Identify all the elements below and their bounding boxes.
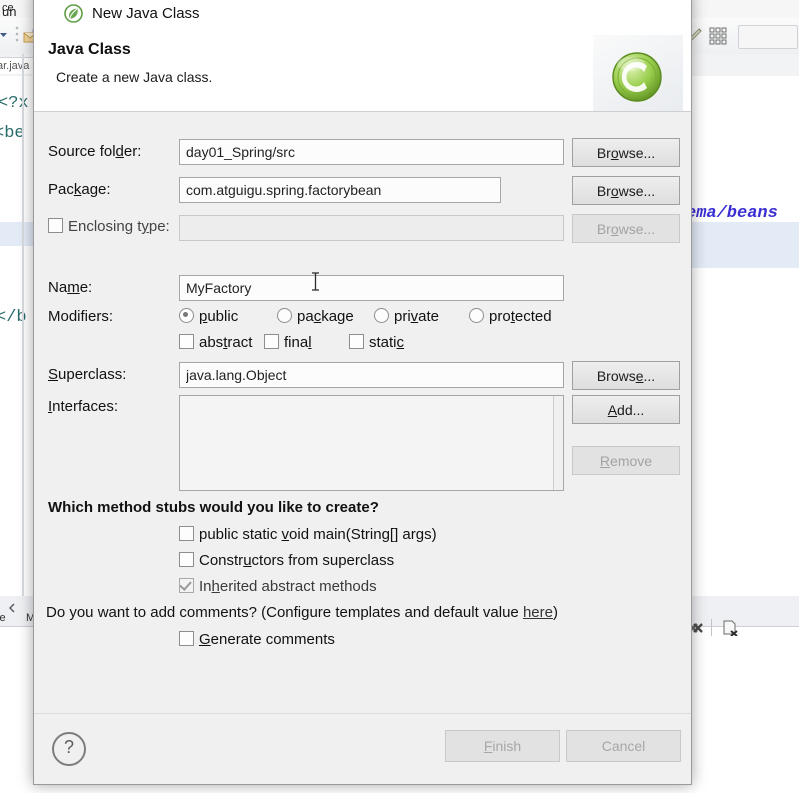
modifier-radio-package[interactable]: package [277,308,354,325]
banner-subtitle: Create a new Java class. [56,69,213,85]
code-line-0: <?x [0,94,29,113]
enclosing-type-checkbox-mark[interactable] [48,218,63,233]
configure-templates-link[interactable]: here [523,604,553,621]
superclass-input[interactable] [179,362,564,388]
editor-tab[interactable]: ar.java [0,57,37,74]
checkbox-mark-inherited-abstract [179,578,194,593]
interfaces-list[interactable] [179,395,564,491]
package-browse-button[interactable]: Browse... [572,176,680,205]
code-line-3: ema/beans [686,204,778,223]
quick-access-box[interactable] [738,25,798,49]
checkbox-mark-static[interactable] [349,334,364,349]
cancel-button[interactable]: Cancel [566,730,681,762]
clear-console-icon[interactable] [721,620,739,636]
new-java-class-dialog[interactable]: New Java Class Java Class Create a new J… [33,0,692,785]
checkbox-mark-constructors[interactable] [179,552,194,567]
source-folder-label: Source folder: [48,143,142,160]
dialog-footer: ? Finish Cancel [34,713,691,784]
generate-comments-checkbox[interactable]: Generate comments [179,631,335,648]
console-toolbar-separator [711,619,712,636]
comments-question: Do you want to add comments? (Configure … [46,604,558,621]
superclass-browse-button[interactable]: Browse... [572,361,680,390]
stub-check-inherited-abstract: Inherited abstract methods [179,578,377,595]
menu-item-1[interactable]: un [2,4,16,19]
java-class-banner-icon [612,52,662,102]
modifier-radio-public[interactable]: public [179,308,238,325]
radio-mark-public[interactable] [179,308,194,323]
interfaces-label: Interfaces: [48,398,119,415]
package-input[interactable] [179,177,501,203]
interfaces-list-scrollbar[interactable] [553,396,563,490]
method-stubs-question: Which method stubs would you like to cre… [48,499,379,516]
modifier-check-final[interactable]: final [264,334,312,351]
text-cursor-icon [312,272,319,291]
stub-check-constructors[interactable]: Constructors from superclass [179,552,394,569]
interfaces-remove-button: Remove [572,446,680,475]
source-folder-input[interactable] [179,139,564,165]
dialog-body: Source folder: Browse... Package: Browse… [34,112,691,713]
banner-heading: Java Class [48,41,131,58]
enclosing-type-browse-button: Browse... [572,214,680,243]
name-input[interactable] [179,275,564,301]
editor-sash-left[interactable] [22,54,24,596]
chevron-left-icon[interactable] [6,602,18,614]
checkbox-mark-abstract[interactable] [179,334,194,349]
bottom-tab-0[interactable]: ce [0,612,6,624]
modifier-radio-private[interactable]: private [374,308,439,325]
java-class-icon [64,4,83,23]
dialog-titlebar[interactable]: New Java Class [34,0,691,35]
dialog-banner: Java Class Create a new Java class. [34,35,691,112]
enclosing-type-input [179,215,564,241]
package-label: Package: [48,181,111,198]
editor-highlight-row-right [690,246,799,268]
radio-mark-protected[interactable] [469,308,484,323]
interfaces-add-button[interactable]: Add... [572,395,680,424]
dialog-title: New Java Class [92,5,200,22]
enclosing-type-checkbox[interactable]: Enclosing type: [48,218,170,235]
toolbar-separator-dots-icon [15,26,19,42]
radio-mark-private[interactable] [374,308,389,323]
source-folder-browse-button[interactable]: Browse... [572,138,680,167]
checkbox-mark-generate-comments[interactable] [179,631,194,646]
checkbox-mark-final[interactable] [264,334,279,349]
dropdown-arrow-icon[interactable] [0,28,14,42]
radio-mark-package[interactable] [277,308,292,323]
code-line-1: <be [0,124,25,143]
checkbox-mark-main-method[interactable] [179,526,194,541]
modifier-check-static[interactable]: static [349,334,404,351]
superclass-label: Superclass: [48,366,127,383]
finish-button[interactable]: Finish [445,730,560,762]
modifiers-label: Modifiers: [48,308,114,325]
stub-check-main-method[interactable]: public static void main(String[] args) [179,526,437,543]
help-button[interactable]: ? [52,732,86,766]
modifier-radio-protected[interactable]: protected [469,308,552,325]
perspective-grid-icon[interactable] [708,26,730,46]
name-label: Name: [48,279,93,296]
modifier-check-abstract[interactable]: abstract [179,334,252,351]
